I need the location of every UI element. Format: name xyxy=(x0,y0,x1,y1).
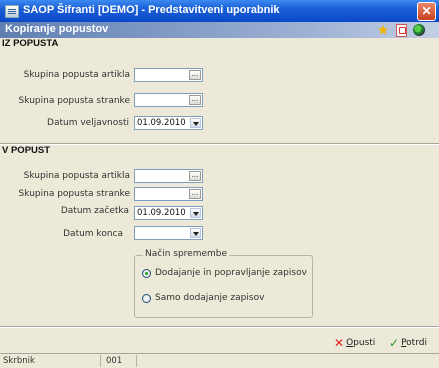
to-start-date-label: Datum začetka xyxy=(60,206,129,216)
change-mode-title: Način spremembe xyxy=(143,249,230,259)
status-user-code: 001 xyxy=(106,355,137,367)
from-section-title: IZ POPUSTA xyxy=(2,38,59,49)
to-end-date-label: Datum konca xyxy=(63,229,123,239)
to-start-date-picker[interactable]: 01.09.2010 xyxy=(134,206,203,220)
to-start-date-dropdown-button[interactable] xyxy=(190,208,201,218)
from-customer-group-label: Skupina popusta stranke xyxy=(18,96,130,106)
from-article-group-ellipsis-button[interactable]: ... xyxy=(189,70,201,80)
from-valid-date-label: Datum veljavnosti xyxy=(47,118,129,128)
from-valid-date-value: 01.09.2010 xyxy=(137,118,186,128)
star-icon[interactable]: ★ xyxy=(376,23,390,37)
radio-add-only-label[interactable]: Samo dodajanje zapisov xyxy=(155,293,264,303)
radio-add-and-edit[interactable] xyxy=(142,269,151,278)
to-section-title: V POPUST xyxy=(2,145,51,156)
checkmark-icon: ✓ xyxy=(389,336,400,350)
to-end-date-dropdown-button[interactable] xyxy=(190,228,201,238)
close-button[interactable]: ✕ xyxy=(417,2,436,21)
confirm-button[interactable]: ✓ Potrdi xyxy=(389,336,427,350)
to-article-group-field[interactable]: ... xyxy=(134,169,203,183)
to-customer-group-field[interactable]: ... xyxy=(134,187,203,201)
to-customer-group-ellipsis-button[interactable]: ... xyxy=(189,189,201,199)
to-article-group-label: Skupina popusta artikla xyxy=(23,171,130,181)
window-title-bar[interactable]: SAOP Šifranti [DEMO] - Predstavitveni up… xyxy=(0,0,439,22)
section-divider xyxy=(0,143,439,145)
status-bar: Skrbnik 001 xyxy=(0,353,439,368)
footer-divider xyxy=(0,326,439,328)
confirm-button-label: Potrdi xyxy=(401,338,427,348)
from-article-group-label: Skupina popusta artikla xyxy=(23,70,130,80)
to-end-date-picker[interactable] xyxy=(134,226,203,240)
from-customer-group-ellipsis-button[interactable]: ... xyxy=(189,95,201,105)
to-start-date-value: 01.09.2010 xyxy=(137,208,186,218)
dialog-header: Kopiranje popustov ★ xyxy=(0,22,439,38)
radio-add-and-edit-label[interactable]: Dodajanje in popravljanje zapisov xyxy=(155,268,307,278)
from-valid-date-picker[interactable]: 01.09.2010 xyxy=(134,116,203,130)
cancel-button-label: Opusti xyxy=(346,338,376,348)
x-icon: ✕ xyxy=(334,336,345,350)
dialog-title: Kopiranje popustov xyxy=(5,23,109,35)
to-article-group-ellipsis-button[interactable]: ... xyxy=(189,171,201,181)
cancel-button[interactable]: ✕ Opusti xyxy=(334,336,375,350)
from-valid-date-dropdown-button[interactable] xyxy=(190,118,201,128)
document-icon[interactable] xyxy=(394,23,408,37)
radio-add-only[interactable] xyxy=(142,294,151,303)
from-customer-group-field[interactable]: ... xyxy=(134,93,203,107)
globe-icon[interactable] xyxy=(412,23,426,37)
window-title: SAOP Šifranti [DEMO] - Predstavitveni up… xyxy=(23,4,280,16)
from-article-group-field[interactable]: ... xyxy=(134,68,203,82)
status-user-label: Skrbnik xyxy=(3,355,101,367)
app-icon xyxy=(5,5,19,18)
change-mode-group: Način spremembe Dodajanje in popravljanj… xyxy=(134,249,313,318)
to-customer-group-label: Skupina popusta stranke xyxy=(18,189,130,199)
